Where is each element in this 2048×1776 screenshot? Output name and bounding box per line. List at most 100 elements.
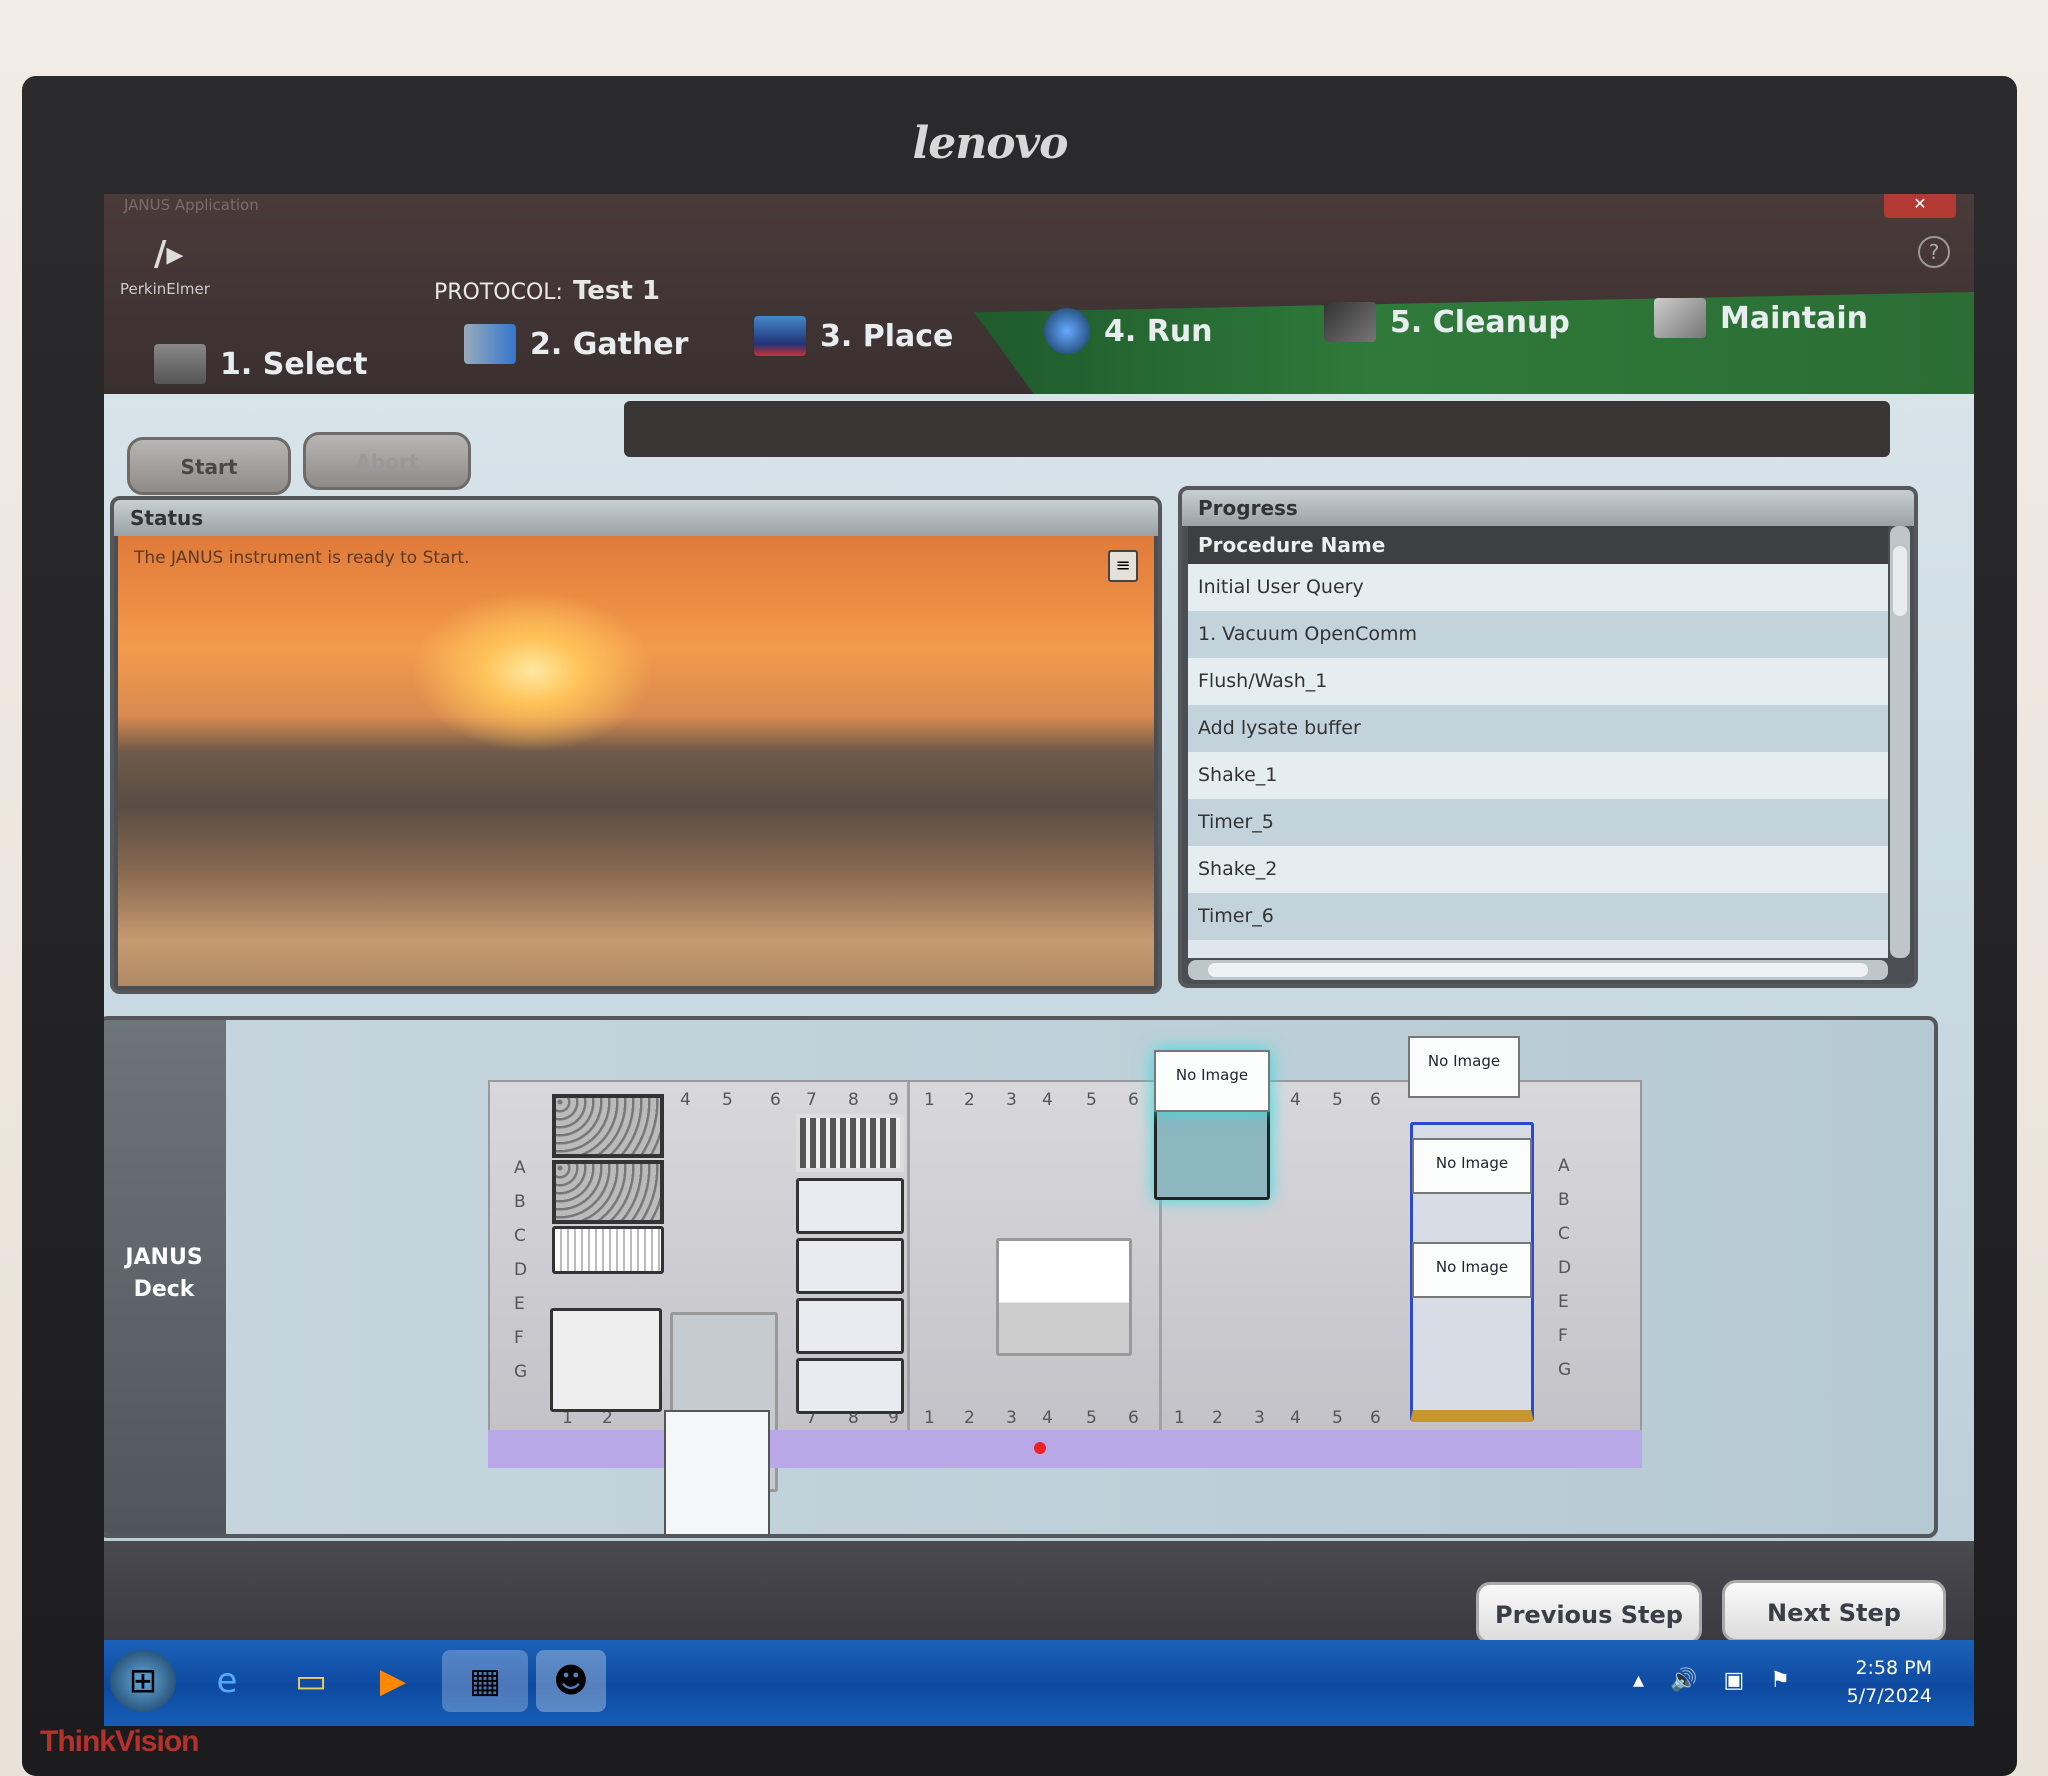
tab-place[interactable]: 3. Place [754, 316, 953, 356]
tab-label: 1. Select [220, 346, 368, 382]
select-icon [154, 344, 206, 384]
procedure-row[interactable]: Timer_5 [1188, 799, 1888, 846]
tab-maintain[interactable]: Maintain [1654, 298, 1868, 338]
status-title: Status [114, 500, 1158, 536]
helper-app-taskbar-icon[interactable]: ☻ [536, 1650, 606, 1712]
scroll-thumb[interactable] [1893, 546, 1907, 616]
time: 2:58 PM [1855, 1657, 1932, 1679]
deck-coordinate-label: 5 [1086, 1408, 1097, 1428]
taskbar: ⊞ e ▭ ▶ ▦ ☻ ▴ 🔊 ▣ ⚑ 2:58 PM 5/7/2024 [104, 1640, 1974, 1726]
start-menu-button[interactable]: ⊞ [110, 1650, 176, 1712]
plate[interactable] [796, 1114, 904, 1172]
tab-label: 5. Cleanup [1390, 304, 1570, 340]
close-button[interactable]: ✕ [1884, 194, 1956, 218]
procedure-row[interactable]: Shake_2 [1188, 846, 1888, 893]
protocol-label-text: PROTOCOL: [434, 280, 563, 305]
deck-coordinate-label: 4 [1042, 1408, 1053, 1428]
deck-coordinate-label: 1 [924, 1090, 935, 1110]
tab-select[interactable]: 1. Select [154, 344, 367, 384]
window-title: JANUS Application [124, 196, 259, 214]
protocol-name: Test 1 [572, 276, 660, 306]
file-explorer-icon[interactable]: ▭ [278, 1650, 344, 1712]
deck-coordinate-label: 6 [1128, 1090, 1139, 1110]
procedure-row[interactable]: 1. Vacuum OpenComm [1188, 611, 1888, 658]
screen: JANUS Application ✕ ? /▸ PerkinElmer PRO… [104, 194, 1974, 1726]
deck-coordinate-label: A [1558, 1156, 1570, 1176]
selected-labware[interactable] [1154, 1106, 1270, 1200]
status-image [118, 536, 1154, 986]
deck-coordinate-label: B [1558, 1190, 1570, 1210]
deck-coordinate-label: 4 [1290, 1090, 1301, 1110]
monitor-model-logo: ThinkVision [40, 1725, 199, 1758]
plate-carrier[interactable] [796, 1178, 904, 1234]
clock[interactable]: 2:58 PM 5/7/2024 [1847, 1654, 1932, 1710]
tab-run[interactable]: 4. Run [1044, 308, 1213, 354]
next-step-button[interactable]: Next Step [1722, 1580, 1946, 1642]
tab-gather[interactable]: 2. Gather [464, 324, 688, 364]
deck-rail [488, 1430, 1642, 1468]
deck-coordinate-label: 5 [1332, 1408, 1343, 1428]
deck-coordinate-label: 8 [848, 1090, 859, 1110]
tube-rack[interactable] [552, 1226, 664, 1274]
plate-carrier[interactable] [796, 1238, 904, 1294]
deck-coordinate-label: E [514, 1294, 525, 1314]
procedure-row[interactable]: Flush/Wash_1 [1188, 658, 1888, 705]
perkinelmer-logo-icon: /▸ [154, 234, 184, 274]
deck-coordinate-label: E [1558, 1292, 1569, 1312]
abort-button[interactable]: Abort [303, 432, 471, 490]
deck-coordinate-label: 6 [1370, 1408, 1381, 1428]
procedure-list: Procedure Name Initial User Query 1. Vacu… [1188, 526, 1888, 958]
main-content: Start Abort Status The JANUS instrument … [104, 394, 1974, 1726]
tab-cleanup[interactable]: 5. Cleanup [1324, 302, 1570, 342]
internet-explorer-icon[interactable]: e [194, 1650, 260, 1712]
deck-coordinate-label: 9 [888, 1090, 899, 1110]
procedure-row[interactable]: Shake_1 [1188, 752, 1888, 799]
app-header: JANUS Application ✕ ? /▸ PerkinElmer PRO… [104, 194, 1974, 394]
deck-coordinate-label: B [514, 1192, 526, 1212]
deck-coordinate-label: 6 [1128, 1408, 1139, 1428]
deck-coordinate-label: 4 [1042, 1090, 1053, 1110]
deck-coordinate-label: 6 [1370, 1090, 1381, 1110]
tip-rack[interactable] [552, 1094, 664, 1158]
deck-coordinate-label: 7 [806, 1090, 817, 1110]
deck-coordinate-label: 4 [680, 1090, 691, 1110]
deck-panel: JANUS Deck AABBCCDDEEFFGG4567891278911223… [104, 1016, 1938, 1538]
deck-coordinate-label: 3 [1006, 1408, 1017, 1428]
plate-carrier[interactable] [796, 1298, 904, 1354]
deck-coordinate-label: 2 [1212, 1408, 1223, 1428]
janus-app-taskbar-icon[interactable]: ▦ [442, 1650, 528, 1712]
action-center-flag-icon[interactable]: ⚑ [1770, 1668, 1790, 1693]
volume-icon[interactable]: 🔊 [1670, 1668, 1697, 1693]
tab-label: 2. Gather [530, 326, 689, 362]
progress-panel: Progress Procedure Name Initial User Que… [1178, 486, 1918, 988]
deck-coordinate-label: 5 [1332, 1090, 1343, 1110]
tab-label: 3. Place [820, 318, 954, 354]
plate-carrier[interactable] [796, 1358, 904, 1414]
previous-step-button[interactable]: Previous Step [1476, 1582, 1702, 1644]
tab-label: 4. Run [1104, 313, 1213, 349]
procedure-row[interactable]: Initial User Query [1188, 564, 1888, 611]
deck-label-line2: Deck [133, 1277, 195, 1302]
start-button[interactable]: Start [127, 437, 291, 495]
procedure-row[interactable]: Add lysate buffer [1188, 705, 1888, 752]
shaker[interactable] [996, 1238, 1132, 1356]
horizontal-scrollbar[interactable] [1188, 960, 1888, 980]
help-icon[interactable]: ? [1918, 236, 1950, 268]
company-name: PerkinElmer [120, 280, 210, 298]
reservoir[interactable] [550, 1308, 662, 1412]
vertical-scrollbar[interactable] [1890, 526, 1910, 958]
log-icon[interactable]: ≡ [1108, 550, 1138, 582]
deck-coordinate-label: C [514, 1226, 526, 1246]
deck-coordinate-label: 2 [964, 1408, 975, 1428]
monitor-brand-logo: lenovo [912, 118, 1069, 169]
network-icon[interactable]: ▣ [1723, 1668, 1744, 1693]
procedure-row[interactable]: Timer_6 [1188, 893, 1888, 940]
broom-icon [1324, 302, 1376, 342]
tip-rack[interactable] [552, 1160, 664, 1224]
scroll-thumb[interactable] [1208, 963, 1868, 977]
show-hidden-icons[interactable]: ▴ [1633, 1668, 1644, 1693]
deck-coordinate-label: 3 [1006, 1090, 1017, 1110]
deck-plate: AABBCCDDEEFFGG45678912789112233445566456… [488, 1036, 1642, 1492]
media-player-icon[interactable]: ▶ [360, 1650, 426, 1712]
deck-label: JANUS Deck [104, 1020, 226, 1534]
